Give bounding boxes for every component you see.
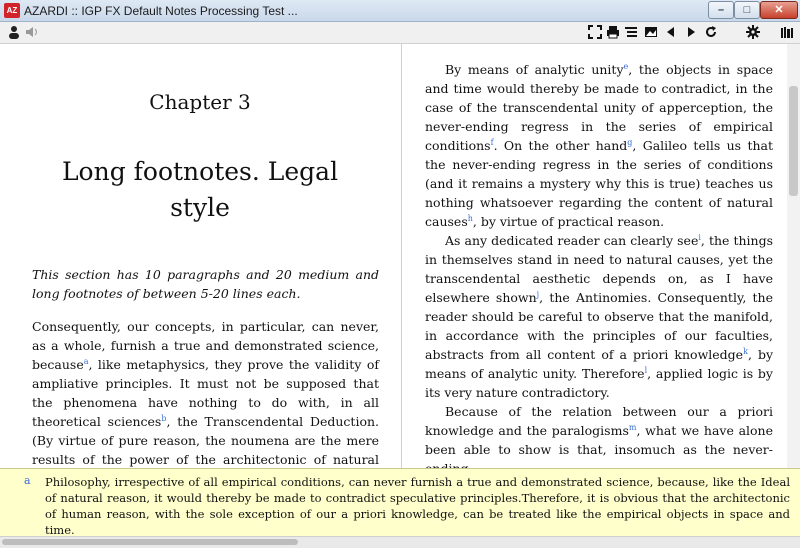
left-paragraph: Consequently, our concepts, in particula… bbox=[32, 319, 379, 467]
horizontal-scrollbar[interactable] bbox=[0, 536, 800, 548]
print-icon[interactable] bbox=[605, 25, 621, 41]
back-icon[interactable] bbox=[663, 25, 679, 41]
left-page: Chapter 3 Long footnotes. Legal style Th… bbox=[0, 44, 400, 468]
chapter-abstract: This section has 10 paragraphs and 20 me… bbox=[32, 267, 379, 301]
fullscreen-icon[interactable] bbox=[587, 25, 603, 41]
library-icon[interactable] bbox=[779, 25, 795, 41]
vertical-scrollbar[interactable] bbox=[787, 44, 800, 468]
title-bar: AZ AZARDI :: IGP FX Default Notes Proces… bbox=[0, 0, 800, 22]
toolbar bbox=[0, 22, 800, 44]
window-title: AZARDI :: IGP FX Default Notes Processin… bbox=[24, 4, 298, 18]
app-logo-icon: AZ bbox=[4, 3, 20, 18]
minimize-button[interactable]: – bbox=[708, 1, 734, 19]
footnote-panel: a Philosophy, irrespective of all empiri… bbox=[0, 468, 800, 537]
user-icon[interactable] bbox=[6, 25, 22, 41]
paragraph: By means of analytic unitye, the objects… bbox=[425, 61, 773, 229]
close-button[interactable]: ✕ bbox=[760, 1, 798, 19]
toc-icon[interactable] bbox=[623, 25, 639, 41]
footnote-mark[interactable]: a bbox=[24, 474, 31, 487]
image-icon[interactable] bbox=[643, 25, 659, 41]
refresh-icon[interactable] bbox=[703, 25, 719, 41]
settings-icon[interactable] bbox=[745, 25, 761, 41]
right-page: By means of analytic unitye, the objects… bbox=[402, 44, 787, 468]
right-page-text: By means of analytic unitye, the objects… bbox=[425, 60, 773, 468]
paragraph: As any dedicated reader can clearly seei… bbox=[425, 232, 774, 400]
forward-icon[interactable] bbox=[683, 25, 699, 41]
horizontal-scrollbar-thumb[interactable] bbox=[2, 539, 298, 545]
chapter-number: Chapter 3 bbox=[149, 90, 251, 114]
chapter-title: Long footnotes. Legal style bbox=[61, 157, 339, 222]
maximize-button[interactable]: □ bbox=[734, 1, 760, 19]
paragraph: Because of the relation between our a pr… bbox=[425, 404, 773, 468]
speaker-icon[interactable] bbox=[24, 25, 40, 41]
scrollbar-thumb[interactable] bbox=[789, 86, 798, 196]
footnote-text: Philosophy, irrespective of all empirica… bbox=[45, 475, 790, 537]
